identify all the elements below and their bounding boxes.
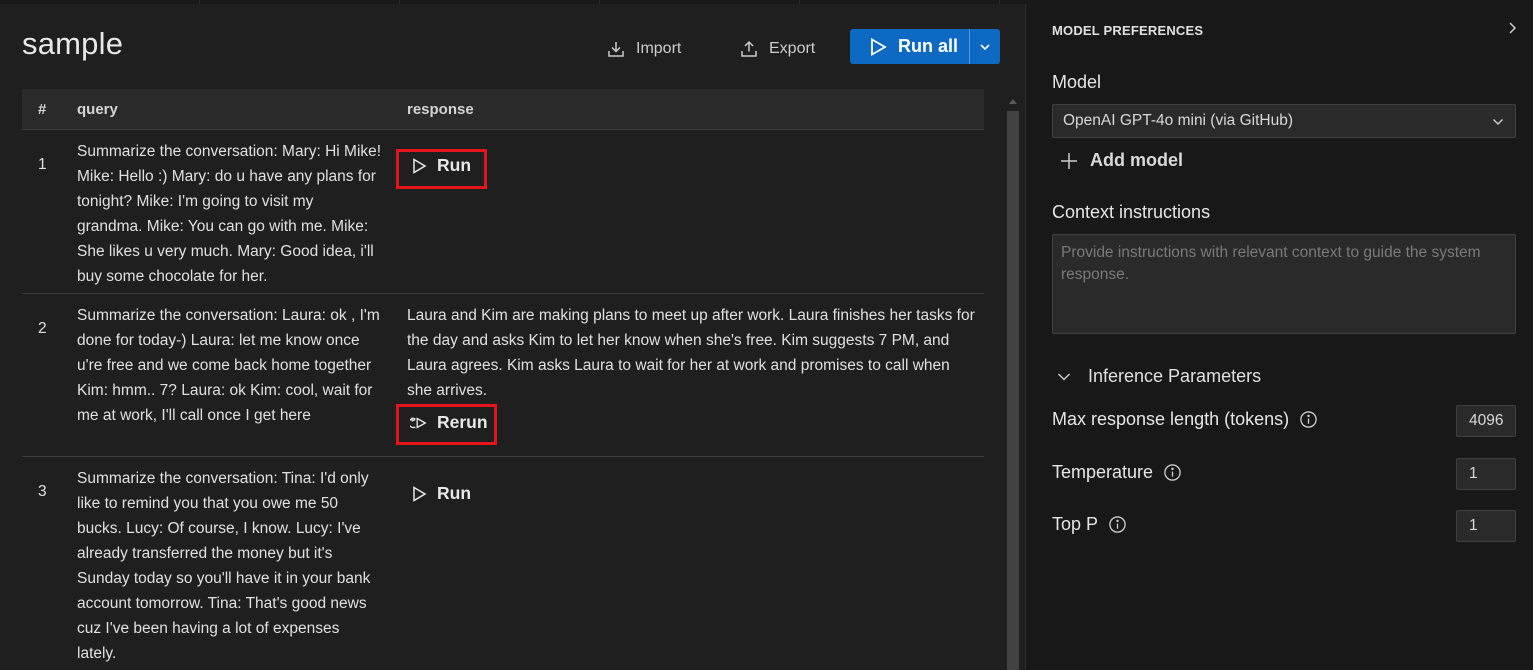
chevron-down-icon (1492, 118, 1504, 126)
context-instructions-label: Context instructions (1052, 202, 1211, 222)
model-preferences-panel: MODEL PREFERENCES Model OpenAI GPT-4o mi… (1025, 4, 1533, 670)
chevron-down-icon (980, 43, 990, 50)
row-index: 1 (38, 156, 47, 173)
max-length-input[interactable]: 4096 (1456, 405, 1516, 437)
play-icon (871, 37, 887, 56)
row-index: 3 (38, 483, 47, 500)
param-top-p: Top P (1052, 514, 1127, 535)
run-all-dropdown[interactable] (970, 29, 1000, 64)
row-query: Summarize the conversation: Laura: ok , … (77, 307, 380, 424)
table-row: 1 Summarize the conversation: Mary: Hi M… (22, 130, 984, 294)
model-label: Model (1052, 72, 1102, 92)
data-table: # query response 1 Summarize the convers… (22, 89, 984, 670)
header-response: response (407, 101, 474, 118)
inference-parameters-toggle[interactable]: Inference Parameters (1056, 366, 1261, 387)
add-model-button[interactable]: Add model (1060, 150, 1183, 171)
row-response: Laura and Kim are making plans to meet u… (407, 307, 975, 399)
play-icon (413, 485, 427, 502)
plus-icon (1061, 152, 1077, 169)
main-pane: sample Import Export Run all # query res… (0, 4, 1025, 670)
row-query: Summarize the conversation: Tina: I'd on… (77, 470, 371, 662)
export-icon (741, 40, 757, 57)
table-scrollbar[interactable] (1006, 99, 1020, 670)
chevron-right-icon[interactable] (1505, 20, 1519, 36)
export-button[interactable]: Export (739, 34, 815, 64)
header-query: query (77, 101, 118, 118)
top-p-input[interactable]: 1 (1456, 510, 1516, 542)
param-label: Temperature (1052, 462, 1154, 482)
run-all-main[interactable]: Run all (850, 29, 969, 64)
page-title: sample (22, 26, 124, 61)
table-row: 2 Summarize the conversation: Laura: ok … (22, 294, 984, 457)
run-all-button[interactable]: Run all (850, 29, 1000, 64)
highlight-box (396, 149, 487, 189)
header-index: # (38, 101, 47, 118)
temperature-input[interactable]: 1 (1456, 458, 1516, 490)
inference-parameters-label: Inference Parameters (1088, 366, 1262, 386)
export-label: Export (769, 40, 816, 57)
model-select-value: OpenAI GPT-4o mini (via GitHub) (1063, 112, 1293, 129)
run-label: Run (437, 483, 472, 503)
panel-title: MODEL PREFERENCES (1052, 23, 1204, 38)
run-all-label: Run all (898, 36, 959, 56)
table-header: # query response (22, 89, 984, 130)
row-index: 2 (38, 320, 47, 337)
chevron-down-icon (1057, 372, 1071, 381)
import-label: Import (636, 40, 682, 57)
context-instructions-input[interactable]: Provide instructions with relevant conte… (1052, 234, 1516, 334)
add-model-label: Add model (1090, 150, 1183, 170)
param-temperature: Temperature (1052, 462, 1182, 483)
scroll-thumb[interactable] (1007, 111, 1019, 670)
param-label: Top P (1052, 514, 1099, 534)
param-max-length: Max response length (tokens) (1052, 409, 1318, 430)
row-query: Summarize the conversation: Mary: Hi Mik… (77, 143, 382, 285)
info-icon[interactable] (1108, 515, 1127, 534)
info-icon[interactable] (1163, 463, 1182, 482)
model-select[interactable]: OpenAI GPT-4o mini (via GitHub) (1052, 104, 1516, 138)
scroll-up-arrow[interactable] (1009, 99, 1017, 104)
import-button[interactable]: Import (606, 34, 681, 64)
param-label: Max response length (tokens) (1052, 409, 1290, 429)
table-row: 3 Summarize the conversation: Tina: I'd … (22, 457, 984, 670)
import-icon (608, 42, 624, 57)
highlight-box (396, 404, 497, 445)
info-icon[interactable] (1299, 410, 1318, 429)
run-button[interactable]: Run (410, 483, 471, 504)
